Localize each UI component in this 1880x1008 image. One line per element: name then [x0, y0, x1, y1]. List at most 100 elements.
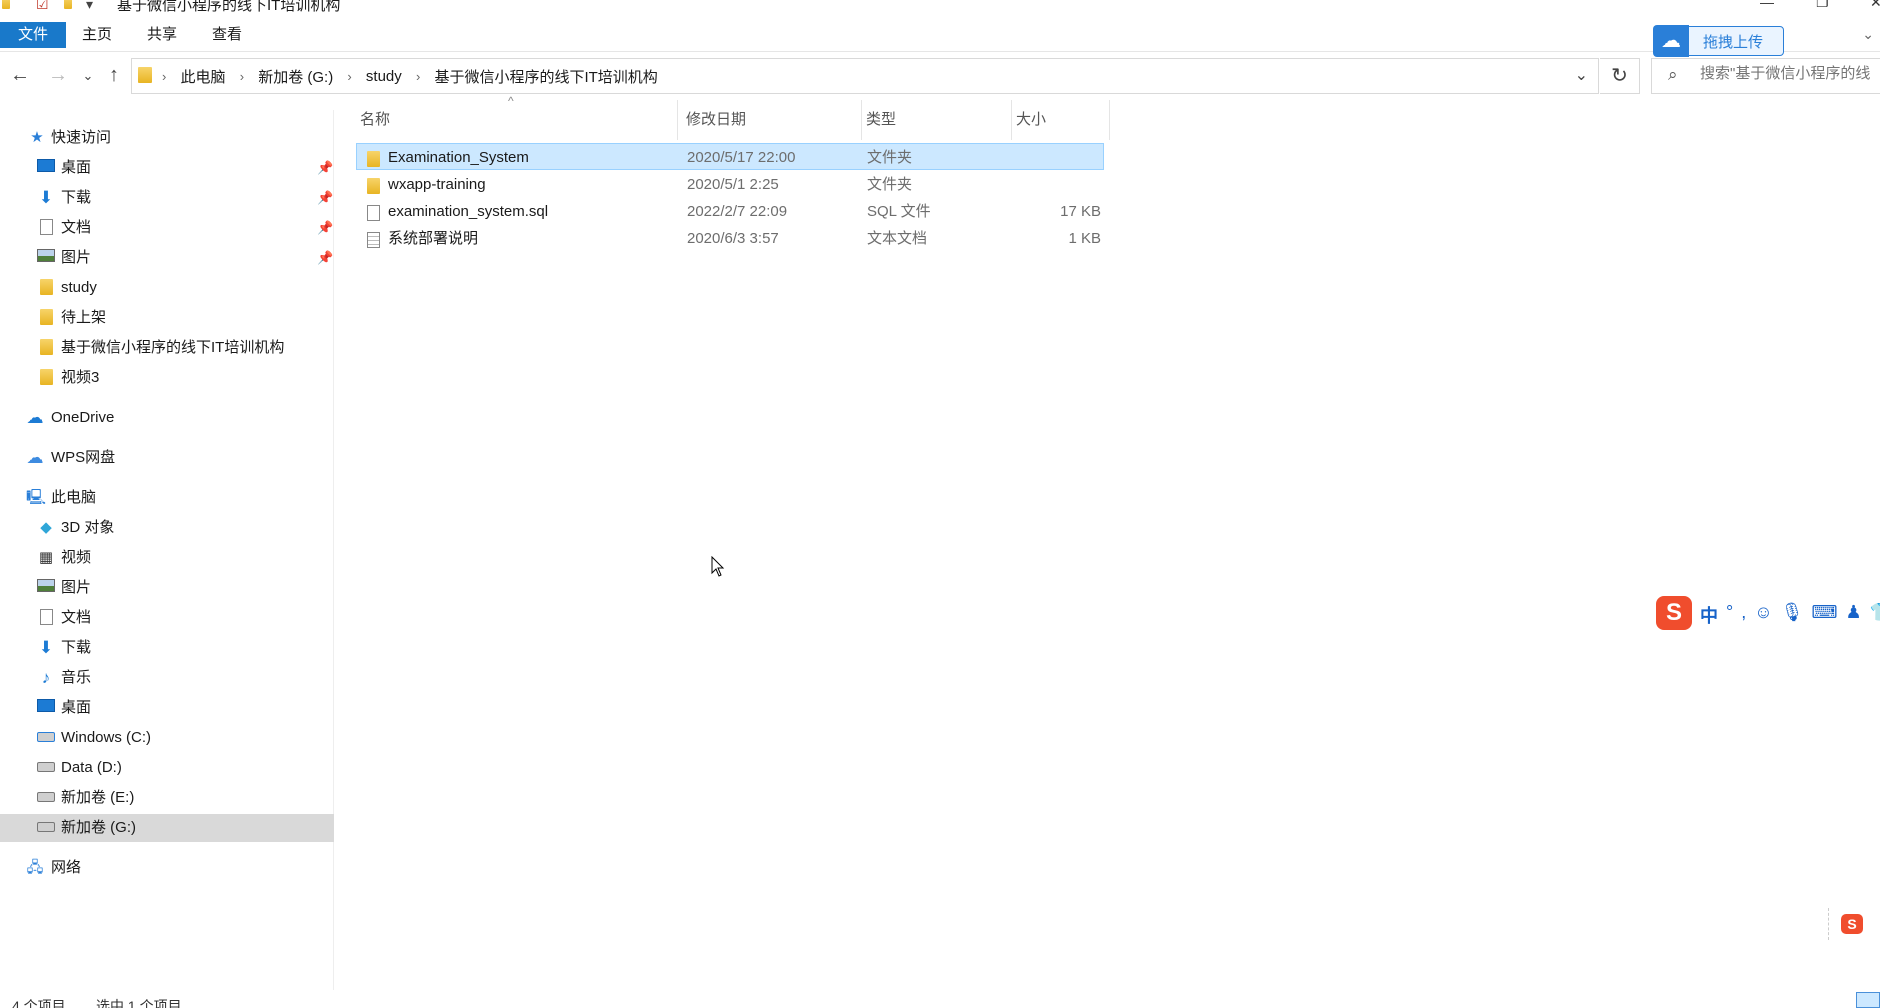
ime-mini-toolbar[interactable]: S	[1828, 908, 1880, 940]
chevron-right-icon[interactable]: ›	[416, 69, 420, 84]
picture-icon	[37, 249, 55, 267]
microphone-icon[interactable]: 🎙	[1781, 602, 1812, 622]
chevron-right-icon[interactable]: ›	[162, 69, 166, 84]
user-icon[interactable]: ♟	[1845, 602, 1869, 622]
minimize-button[interactable]: —	[1760, 0, 1774, 10]
sidebar-item-pc-desktop[interactable]: 桌面	[0, 694, 334, 722]
table-row[interactable]: Examination_System 2020/5/17 22:00 文件夹	[356, 143, 1104, 170]
search-box[interactable]: ⌕	[1651, 58, 1880, 94]
sidebar-item-label: 图片	[61, 249, 92, 266]
tab-home[interactable]: 主页	[66, 22, 128, 48]
sidebar-item-documents[interactable]: 文档 📌	[0, 214, 334, 242]
up-button[interactable]: ↑	[100, 64, 128, 87]
sidebar-item-network[interactable]: 🖧 网络	[0, 854, 334, 882]
column-header-type[interactable]: 类型	[862, 100, 1012, 140]
folder-icon	[138, 67, 152, 83]
new-folder-icon[interactable]	[64, 0, 72, 12]
tab-file[interactable]: 文件	[0, 22, 66, 48]
drive-icon	[37, 819, 55, 837]
sidebar-item-pc-pictures[interactable]: 图片	[0, 574, 334, 602]
sidebar-item-music[interactable]: ♪ 音乐	[0, 664, 334, 692]
sidebar-item-quick-access[interactable]: ★ 快速访问	[0, 124, 334, 152]
address-bar[interactable]: › 此电脑 › 新加卷 (G:) › study › 基于微信小程序的线下IT培…	[131, 58, 1599, 94]
keyboard-icon[interactable]: ⌨	[1811, 602, 1845, 622]
pin-icon[interactable]: 📌	[317, 214, 333, 242]
restore-button[interactable]: ❐	[1816, 0, 1829, 11]
column-header-size[interactable]: 大小	[1012, 100, 1110, 140]
file-type: 文本文档	[867, 230, 928, 247]
sidebar-item-wps-drive[interactable]: ☁ WPS网盘	[0, 444, 334, 472]
refresh-button[interactable]: ↻	[1600, 58, 1640, 94]
punctuation-icon[interactable]: °,	[1726, 602, 1754, 622]
sidebar-item-label: 基于微信小程序的线下IT培训机构	[61, 339, 285, 356]
sidebar-item-pc-documents[interactable]: 文档	[0, 604, 334, 632]
column-header-date[interactable]: 修改日期	[682, 100, 862, 140]
desktop-icon	[37, 159, 55, 177]
file-date: 2020/6/3 3:57	[687, 230, 779, 247]
table-row[interactable]: examination_system.sql 2022/2/7 22:09 SQ…	[356, 198, 1104, 225]
sidebar-item-project-folder[interactable]: 基于微信小程序的线下IT培训机构	[0, 334, 334, 362]
sidebar-item-3d-objects[interactable]: ◆ 3D 对象	[0, 514, 334, 542]
crumb-current-folder[interactable]: 基于微信小程序的线下IT培训机构	[434, 66, 657, 87]
pin-icon[interactable]: 📌	[317, 154, 333, 182]
back-button[interactable]: ←	[6, 64, 34, 87]
pin-icon[interactable]: 📌	[317, 184, 333, 212]
sogou-logo-icon[interactable]: S	[1841, 914, 1863, 934]
chevron-right-icon[interactable]: ›	[240, 69, 244, 84]
search-input[interactable]	[1700, 65, 1880, 82]
sidebar-item-label: 音乐	[61, 669, 92, 686]
sidebar-item-video3[interactable]: 视频3	[0, 364, 334, 392]
sidebar-item-drive-c[interactable]: Windows (C:)	[0, 724, 334, 752]
sidebar-item-drive-g[interactable]: 新加卷 (G:)	[0, 814, 334, 842]
ime-toolbar[interactable]: S 中 °,☺🎙⌨♟👕	[1656, 596, 1880, 632]
sidebar-item-drive-d[interactable]: Data (D:)	[0, 754, 334, 782]
customize-quick-access-icon[interactable]: ▾	[86, 0, 93, 13]
cloud-upload-label: 拖拽上传	[1703, 34, 1764, 51]
table-row[interactable]: 系统部署说明 2020/6/3 3:57 文本文档 1 KB	[356, 225, 1104, 252]
column-header-name[interactable]: 名称	[356, 100, 678, 140]
sidebar-item-label: study	[61, 279, 97, 296]
pin-icon[interactable]: 📌	[317, 244, 333, 272]
crumb-drive-g[interactable]: 新加卷 (G:)	[258, 66, 333, 87]
star-icon: ★	[30, 129, 44, 146]
tab-view[interactable]: 查看	[196, 22, 258, 48]
sidebar-item-onedrive[interactable]: ☁ OneDrive	[0, 404, 334, 432]
sidebar-item-this-pc[interactable]: 🖳 此电脑	[0, 484, 334, 512]
sidebar-item-videos[interactable]: ▦ 视频	[0, 544, 334, 572]
sidebar-item-study[interactable]: study	[0, 274, 334, 302]
tab-share[interactable]: 共享	[131, 22, 193, 48]
details-view-button[interactable]	[1856, 992, 1880, 1008]
network-icon: 🖧	[26, 859, 44, 876]
sogou-logo-icon[interactable]: S	[1656, 596, 1692, 630]
sidebar-item-label: 新加卷 (E:)	[61, 789, 135, 806]
recent-locations-button[interactable]: ⌄	[74, 68, 102, 84]
forward-button[interactable]: →	[44, 64, 72, 87]
sidebar-item-desktop[interactable]: 桌面 📌	[0, 154, 334, 182]
baidu-cloud-icon: ☁	[1653, 25, 1689, 57]
emoji-icon[interactable]: ☺	[1754, 602, 1780, 622]
ime-mode-toggle[interactable]: 中	[1700, 602, 1718, 628]
ime-tools[interactable]: °,☺🎙⌨♟👕	[1726, 602, 1880, 623]
crumb-this-pc[interactable]: 此电脑	[181, 66, 226, 87]
sidebar-item-pc-downloads[interactable]: ⬇ 下载	[0, 634, 334, 662]
sidebar-item-pictures[interactable]: 图片 📌	[0, 244, 334, 272]
file-type: SQL 文件	[867, 203, 931, 220]
expand-ribbon-icon[interactable]: ⌄	[1862, 26, 1874, 43]
address-history-dropdown[interactable]: ⌄	[1575, 65, 1588, 85]
close-button[interactable]: ✕	[1870, 0, 1880, 11]
sidebar-item-label: Windows (C:)	[61, 729, 152, 746]
crumb-study[interactable]: study	[366, 68, 402, 85]
sidebar-item-pending[interactable]: 待上架	[0, 304, 334, 332]
cloud-upload-button[interactable]: ☁ 拖拽上传	[1653, 25, 1784, 57]
sidebar-item-drive-e[interactable]: 新加卷 (E:)	[0, 784, 334, 812]
table-row[interactable]: wxapp-training 2020/5/1 2:25 文件夹	[356, 171, 1104, 198]
properties-icon[interactable]: ☑	[36, 0, 49, 13]
sidebar-item-downloads[interactable]: ⬇ 下载 📌	[0, 184, 334, 212]
sidebar-item-label: 3D 对象	[61, 519, 115, 536]
wps-cloud-icon: ☁	[26, 448, 44, 467]
file-name: examination_system.sql	[388, 203, 549, 220]
sidebar-item-label: 视频	[61, 549, 92, 566]
skin-icon[interactable]: 👕	[1870, 602, 1880, 622]
drive-icon	[37, 759, 55, 777]
chevron-right-icon[interactable]: ›	[347, 69, 351, 84]
